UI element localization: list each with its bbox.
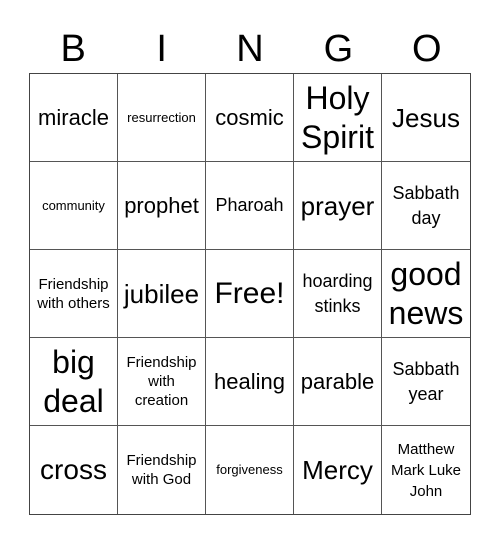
cell-text: Mercy <box>302 455 373 485</box>
bingo-cell[interactable]: Holy Spirit <box>294 74 382 162</box>
cell-text: prophet <box>124 192 199 218</box>
cell-text: cosmic <box>215 104 284 130</box>
cell-text: Friendship with others <box>37 275 110 312</box>
bingo-cell[interactable]: cross <box>30 426 118 514</box>
bingo-cell[interactable]: parable <box>294 338 382 426</box>
bingo-cell[interactable]: hoarding stinks <box>294 250 382 338</box>
bingo-cell[interactable]: community <box>30 162 118 250</box>
cell-text: jubilee <box>123 278 200 309</box>
bingo-cell[interactable]: Pharoah <box>206 162 294 250</box>
cell-text: healing <box>214 368 285 394</box>
cell-text: Sabbath year <box>392 358 460 404</box>
cell-text: cross <box>40 454 107 485</box>
header-letter-o: O <box>412 28 442 70</box>
bingo-cell[interactable]: prayer <box>294 162 382 250</box>
cell-text: big deal <box>43 343 104 419</box>
cell-text: resurrection <box>127 109 196 125</box>
bingo-cell[interactable]: cosmic <box>206 74 294 162</box>
bingo-cell[interactable]: Friendship with others <box>30 250 118 338</box>
header-letter-i: I <box>156 28 167 70</box>
cell-text: parable <box>300 368 375 394</box>
free-space-text: Free! <box>214 277 285 310</box>
bingo-cell[interactable]: Matthew Mark Luke John <box>382 426 470 514</box>
header-letter-n: N <box>236 28 264 70</box>
cell-text: community <box>42 197 105 213</box>
cell-text: Matthew Mark Luke John <box>390 440 462 500</box>
bingo-header: B I N G O <box>29 24 471 74</box>
cell-text: prayer <box>300 190 375 221</box>
cell-text: miracle <box>38 104 109 130</box>
bingo-cell[interactable]: Friendship with God <box>118 426 206 514</box>
bingo-cell[interactable]: Sabbath year <box>382 338 470 426</box>
cell-text: Pharoah <box>215 195 284 215</box>
bingo-cell[interactable]: Mercy <box>294 426 382 514</box>
bingo-grid: miracle resurrection cosmic Holy Spirit … <box>29 73 471 515</box>
cell-text: Friendship with creation <box>126 354 197 409</box>
cell-text: Friendship with God <box>126 452 197 488</box>
bingo-cell[interactable]: Sabbath day <box>382 162 470 250</box>
bingo-cell[interactable]: jubilee <box>118 250 206 338</box>
bingo-cell[interactable]: good news <box>382 250 470 338</box>
bingo-cell[interactable]: healing <box>206 338 294 426</box>
cell-text: forgiveness <box>216 462 283 477</box>
header-letter-b: B <box>60 28 86 70</box>
bingo-cell[interactable]: miracle <box>30 74 118 162</box>
bingo-cell[interactable]: Jesus <box>382 74 470 162</box>
cell-text: good news <box>388 255 464 331</box>
cell-text: Jesus <box>392 102 460 133</box>
bingo-cell[interactable]: forgiveness <box>206 426 294 514</box>
free-space-cell[interactable]: Free! <box>206 250 294 338</box>
bingo-cell[interactable]: big deal <box>30 338 118 426</box>
cell-text: Holy Spirit <box>301 79 374 155</box>
bingo-cell[interactable]: resurrection <box>118 74 206 162</box>
cell-text: Sabbath day <box>392 182 460 228</box>
bingo-cell[interactable]: Friendship with creation <box>118 338 206 426</box>
bingo-cell[interactable]: prophet <box>118 162 206 250</box>
header-letter-g: G <box>323 28 354 70</box>
cell-text: hoarding stinks <box>302 270 373 316</box>
